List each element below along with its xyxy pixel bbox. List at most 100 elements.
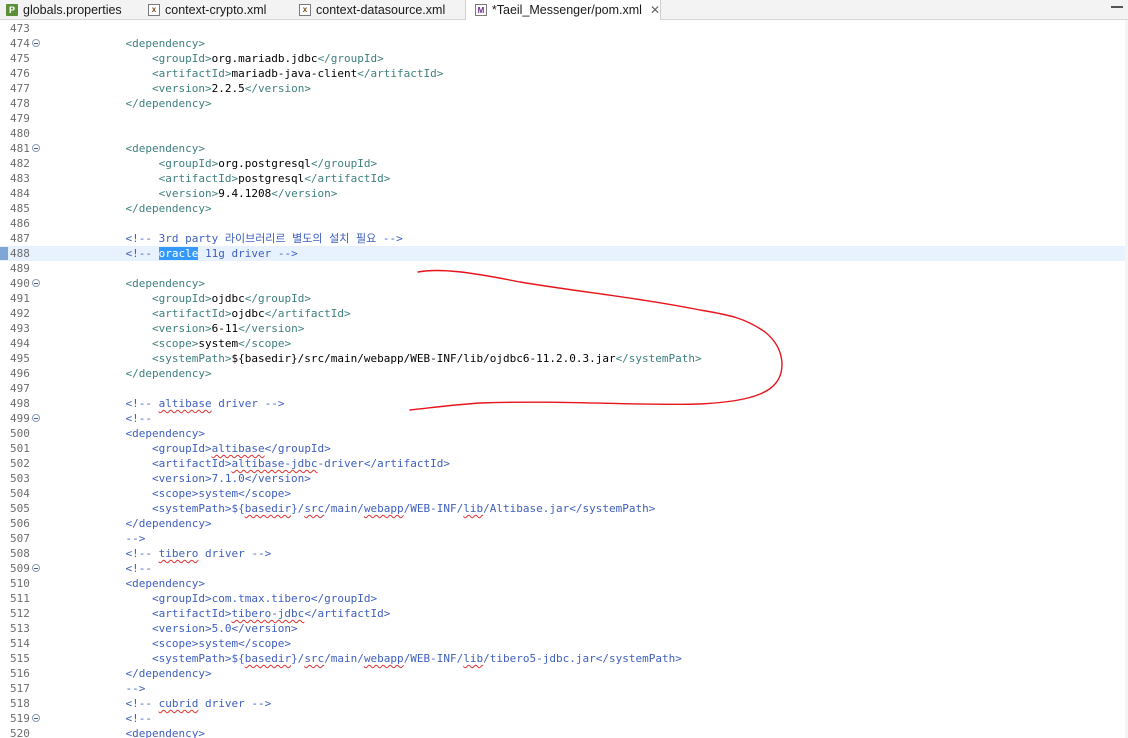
code-line[interactable]: 489 (0, 261, 1128, 276)
line-number: 504 (10, 487, 30, 500)
code-line[interactable]: 510 <dependency> (0, 576, 1128, 591)
code-line[interactable]: 487 <!-- 3rd party 라이브러리르 별도의 설치 필요 --> (0, 231, 1128, 246)
code-line[interactable]: 493 <version>6-11</version> (0, 321, 1128, 336)
code-line[interactable]: 498 <!-- altibase driver --> (0, 396, 1128, 411)
code-text: </dependency> (99, 202, 212, 215)
code-line[interactable]: 501 <groupId>altibase</groupId> (0, 441, 1128, 456)
code-line[interactable]: 479 (0, 111, 1128, 126)
code-line[interactable]: 486 (0, 216, 1128, 231)
tab-taeil-messenger-pom-xml[interactable]: M *Taeil_Messenger/pom.xml ✕ (465, 0, 661, 20)
tab-label: *Taeil_Messenger/pom.xml (491, 3, 642, 17)
code-line[interactable]: 507 --> (0, 531, 1128, 546)
line-number: 513 (10, 622, 30, 635)
code-line[interactable]: 473 (0, 21, 1128, 36)
code-line[interactable]: 505 <systemPath>${basedir}/src/main/weba… (0, 501, 1128, 516)
code-line[interactable]: 515 <systemPath>${basedir}/src/main/weba… (0, 651, 1128, 666)
code-text: --> (99, 682, 146, 695)
line-number: 473 (10, 22, 30, 35)
code-line[interactable]: 496 </dependency> (0, 366, 1128, 381)
minimize-icon[interactable] (1110, 4, 1124, 13)
code-line[interactable]: 506 </dependency> (0, 516, 1128, 531)
code-line[interactable]: 509 <!-- (0, 561, 1128, 576)
code-line[interactable]: 520 <dependency> (0, 726, 1128, 738)
code-line[interactable]: 503 <version>7.1.0</version> (0, 471, 1128, 486)
code-line[interactable]: 480 (0, 126, 1128, 141)
code-line[interactable]: 514 <scope>system</scope> (0, 636, 1128, 651)
code-text: <groupId>altibase</groupId> (99, 442, 331, 455)
code-line[interactable]: 512 <artifactId>tibero-jdbc</artifactId> (0, 606, 1128, 621)
line-number: 475 (10, 52, 30, 65)
code-line[interactable]: 485 </dependency> (0, 201, 1128, 216)
tab-context-crypto-xml[interactable]: x context-crypto.xml (146, 0, 297, 19)
collapse-fold-icon[interactable] (32, 564, 40, 572)
xml-file-icon: x (148, 3, 160, 16)
properties-file-icon: P (6, 3, 18, 16)
code-text: </dependency> (99, 667, 212, 680)
code-text: <!-- tibero driver --> (99, 547, 272, 560)
code-line[interactable]: 495 <systemPath>${basedir}/src/main/weba… (0, 351, 1128, 366)
code-line[interactable]: 511 <groupId>com.tmax.tibero</groupId> (0, 591, 1128, 606)
line-number: 493 (10, 322, 30, 335)
code-text: <artifactId>tibero-jdbc</artifactId> (99, 607, 391, 620)
collapse-fold-icon[interactable] (32, 279, 40, 287)
tab-context-datasource-xml[interactable]: x context-datasource.xml (297, 0, 465, 19)
code-text: <groupId>ojdbc</groupId> (99, 292, 311, 305)
code-line[interactable]: 508 <!-- tibero driver --> (0, 546, 1128, 561)
collapse-fold-icon[interactable] (32, 144, 40, 152)
code-line[interactable]: 478 </dependency> (0, 96, 1128, 111)
code-line[interactable]: 500 <dependency> (0, 426, 1128, 441)
code-text: <scope>system</scope> (99, 487, 292, 500)
code-line[interactable]: 513 <version>5.0</version> (0, 621, 1128, 636)
code-line[interactable]: 518 <!-- cubrid driver --> (0, 696, 1128, 711)
line-number: 505 (10, 502, 30, 515)
code-line[interactable]: 494 <scope>system</scope> (0, 336, 1128, 351)
line-number: 477 (10, 82, 30, 95)
code-line[interactable]: 497 (0, 381, 1128, 396)
line-number: 517 (10, 682, 30, 695)
code-line[interactable]: 516 </dependency> (0, 666, 1128, 681)
collapse-fold-icon[interactable] (32, 39, 40, 47)
code-text: <groupId>org.mariadb.jdbc</groupId> (99, 52, 384, 65)
collapse-fold-icon[interactable] (32, 714, 40, 722)
line-number: 479 (10, 112, 30, 125)
tab-label: context-datasource.xml (316, 2, 446, 17)
code-text: <version>2.2.5</version> (99, 82, 311, 95)
tab-label: globals.properties (23, 2, 122, 17)
code-line[interactable]: 517 --> (0, 681, 1128, 696)
line-number: 498 (10, 397, 30, 410)
code-text: <scope>system</scope> (99, 337, 292, 350)
line-number: 480 (10, 127, 30, 140)
code-line[interactable]: 484 <version>9.4.1208</version> (0, 186, 1128, 201)
code-line[interactable]: 476 <artifactId>mariadb-java-client</art… (0, 66, 1128, 81)
code-line[interactable]: 483 <artifactId>postgresql</artifactId> (0, 171, 1128, 186)
xml-source-editor[interactable]: 473 474 <dependency> 475 <groupId>org.mari… (0, 20, 1128, 738)
code-line[interactable]: 475 <groupId>org.mariadb.jdbc</groupId> (0, 51, 1128, 66)
code-line[interactable]: 488 <!-- oracle 11g driver --> (0, 246, 1128, 261)
code-text: <groupId>com.tmax.tibero</groupId> (99, 592, 378, 605)
close-icon[interactable]: ✕ (650, 3, 660, 17)
line-number: 508 (10, 547, 30, 560)
code-line[interactable]: 490 <dependency> (0, 276, 1128, 291)
editor-tab-bar: Pglobals.properties x context-crypto.xml x c… (0, 0, 1128, 20)
code-text: <!-- (99, 412, 152, 425)
line-number: 511 (10, 592, 30, 605)
code-text: <version>6-11</version> (99, 322, 305, 335)
code-line[interactable]: 482 <groupId>org.postgresql</groupId> (0, 156, 1128, 171)
code-line[interactable]: 499 <!-- (0, 411, 1128, 426)
code-line[interactable]: 504 <scope>system</scope> (0, 486, 1128, 501)
code-text: <!-- altibase driver --> (99, 397, 285, 410)
collapse-fold-icon[interactable] (32, 414, 40, 422)
code-line[interactable]: 519 <!-- (0, 711, 1128, 726)
line-number: 506 (10, 517, 30, 530)
code-line[interactable]: 481 <dependency> (0, 141, 1128, 156)
tab-globals-properties[interactable]: Pglobals.properties (4, 0, 146, 19)
code-text: <!-- oracle 11g driver --> (99, 247, 298, 260)
code-line[interactable]: 474 <dependency> (0, 36, 1128, 51)
code-text: </dependency> (99, 517, 212, 530)
code-line[interactable]: 491 <groupId>ojdbc</groupId> (0, 291, 1128, 306)
line-number: 482 (10, 157, 30, 170)
line-number: 492 (10, 307, 30, 320)
code-line[interactable]: 477 <version>2.2.5</version> (0, 81, 1128, 96)
code-line[interactable]: 492 <artifactId>ojdbc</artifactId> (0, 306, 1128, 321)
code-line[interactable]: 502 <artifactId>altibase-jdbc-driver</ar… (0, 456, 1128, 471)
